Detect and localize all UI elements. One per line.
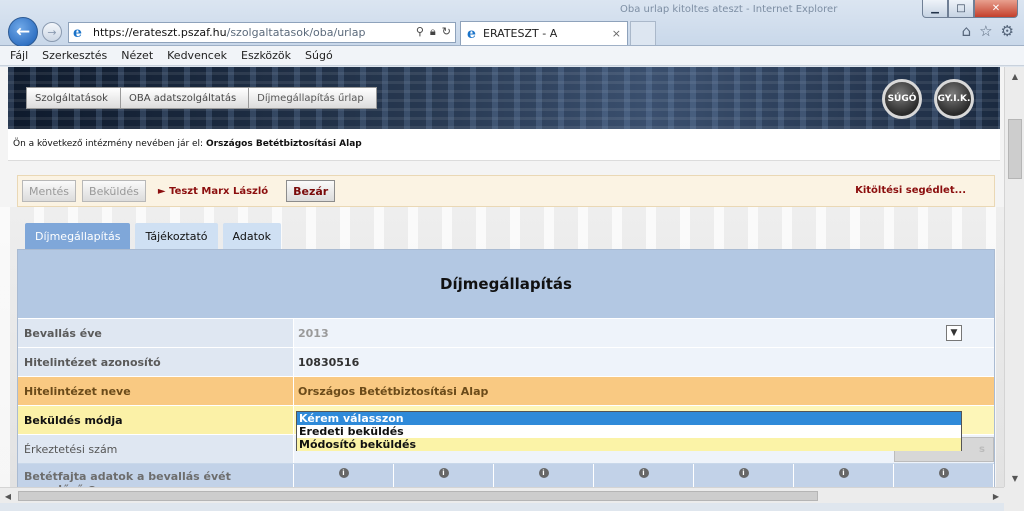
window-controls: ▁ □ ✕ <box>922 0 1018 18</box>
tab-title: ERATESZT - A <box>483 27 558 40</box>
url-path: /szolgaltatasok/oba/urlap <box>226 26 366 39</box>
breadcrumb-item-services[interactable]: Szolgáltatások <box>26 87 121 109</box>
url-host: https://erateszt.pszaf.hu <box>93 26 227 39</box>
breadcrumb-item-form: Díjmegállapítás űrlap <box>248 87 377 109</box>
dropdown-option-original[interactable]: Eredeti beküldés <box>297 425 961 438</box>
field-label-bank-name: Hitelintézet neve <box>18 377 294 405</box>
breadcrumb-item-oba[interactable]: OBA adatszolgáltatás <box>119 87 250 109</box>
acting-institution: Országos Betétbiztosítási Alap <box>205 139 362 149</box>
browser-chrome: Oba urlap kitoltes ateszt - Internet Exp… <box>0 0 1024 47</box>
menu-view[interactable]: Nézet <box>121 49 153 62</box>
scroll-right-icon[interactable]: ▶ <box>988 488 1004 504</box>
acting-institution-line: Ön a következő intézmény nevében jár el:… <box>8 129 1000 161</box>
acting-prefix: Ön a következő intézmény nevében jár el: <box>13 139 204 149</box>
gear-icon[interactable]: ⚙ <box>1001 22 1014 40</box>
form-toolbar: Mentés Beküldés ► Teszt Marx László Bezá… <box>17 175 995 207</box>
tab-information[interactable]: Tájékoztató <box>135 223 218 249</box>
back-arrow-icon[interactable]: ← <box>8 17 38 47</box>
info-icon[interactable]: i <box>838 468 849 478</box>
form-row-year: Bevallás éve 2013 ▼ <box>18 318 994 347</box>
info-icon[interactable]: i <box>938 468 949 478</box>
field-label-bank-id: Hitelintézet azonosító <box>18 348 294 376</box>
scrollbar-corner <box>1004 487 1024 511</box>
scroll-up-icon[interactable]: ▲ <box>1005 67 1024 85</box>
new-tab-button[interactable] <box>630 21 656 45</box>
close-window-button[interactable]: ✕ <box>974 0 1018 18</box>
tab-fee-calculation[interactable]: Díjmegállapítás <box>25 223 131 249</box>
scroll-down-icon[interactable]: ▼ <box>1005 469 1024 487</box>
search-icon[interactable]: ⚲ <box>416 25 424 39</box>
menu-tools[interactable]: Eszközök <box>241 49 291 62</box>
horizontal-scrollbar[interactable]: ◀ ▶ <box>0 487 1004 503</box>
star-icon[interactable]: ☆ <box>979 22 992 40</box>
vertical-scroll-thumb[interactable] <box>1008 119 1022 179</box>
submission-mode-dropdown-list[interactable]: Kérem válasszon Eredeti beküldés Módosít… <box>296 411 962 451</box>
address-bar[interactable]: e https://erateszt.pszaf.hu/szolgaltatas… <box>68 22 456 43</box>
tab-favicon-icon: e <box>467 25 476 42</box>
breadcrumb: Szolgáltatások OBA adatszolgáltatás Díjm… <box>26 87 377 109</box>
info-icon[interactable]: i <box>538 468 549 478</box>
ie-logo-icon: e <box>73 24 82 41</box>
save-button[interactable]: Mentés <box>22 180 77 202</box>
browser-right-icons: ⌂ ☆ ⚙ <box>962 22 1014 40</box>
maximize-button[interactable]: □ <box>948 0 974 18</box>
field-value-year[interactable]: 2013 ▼ <box>294 319 994 347</box>
dropdown-option-modifying[interactable]: Módosító beküldés <box>297 438 961 451</box>
home-icon[interactable]: ⌂ <box>962 22 972 40</box>
dropdown-option-choose[interactable]: Kérem válasszon <box>297 412 961 425</box>
field-value-bank-id: 10830516 <box>294 348 994 376</box>
help-button[interactable]: SÚGÓ <box>882 79 922 119</box>
form-row-bank-id: Hitelintézet azonosító 10830516 <box>18 347 994 376</box>
minimize-button[interactable]: ▁ <box>922 0 948 18</box>
tab-data[interactable]: Adatok <box>222 223 281 249</box>
form-panel: Díjmegállapítás Bevallás éve 2013 ▼ Hite… <box>17 249 995 498</box>
faq-button[interactable]: GY.I.K. <box>934 79 974 119</box>
window-bottom-edge <box>0 503 1004 511</box>
menu-favorites[interactable]: Kedvencek <box>167 49 227 62</box>
field-label-year: Bevallás éve <box>18 319 294 347</box>
info-icon[interactable]: i <box>738 468 749 478</box>
field-label-registration-number: Érkeztetési szám <box>18 435 294 463</box>
tab-close-icon[interactable]: × <box>612 27 621 40</box>
chevron-down-icon[interactable]: ▼ <box>946 325 962 341</box>
scroll-left-icon[interactable]: ◀ <box>0 488 16 504</box>
info-icon[interactable]: i <box>338 468 349 478</box>
address-icons: ⚲ 🔒︎ ↻ <box>416 25 451 39</box>
info-icon[interactable]: i <box>438 468 449 478</box>
menu-help[interactable]: Súgó <box>305 49 333 62</box>
lock-icon[interactable]: 🔒︎ <box>430 25 436 39</box>
refresh-icon[interactable]: ↻ <box>442 25 451 39</box>
menu-edit[interactable]: Szerkesztés <box>42 49 107 62</box>
form-title: Díjmegállapítás <box>18 250 994 318</box>
info-icon[interactable]: i <box>638 468 649 478</box>
form-tabs: Díjmegállapítás Tájékoztató Adatok <box>25 223 281 249</box>
address-url[interactable]: https://erateszt.pszaf.hu/szolgaltatasok… <box>93 26 365 39</box>
submit-button[interactable]: Beküldés <box>82 180 146 202</box>
vertical-scrollbar[interactable]: ▲ ▼ <box>1004 67 1024 487</box>
tester-user: ► Teszt Marx László <box>157 185 269 197</box>
menu-bar: Fájl Szerkesztés Nézet Kedvencek Eszközö… <box>0 46 1024 66</box>
field-value-bank-name: Országos Betétbiztosítási Alap <box>294 377 994 405</box>
window-title: Oba urlap kitoltes ateszt - Internet Exp… <box>620 4 838 15</box>
close-button[interactable]: Bezár <box>286 180 336 202</box>
browser-tab-active[interactable]: e ERATESZT - A × <box>460 21 628 45</box>
year-value: 2013 <box>298 326 329 340</box>
form-row-bank-name: Hitelintézet neve Országos Betétbiztosít… <box>18 376 994 405</box>
fill-guide-link[interactable]: Kitöltési segédlet... <box>855 185 966 196</box>
horizontal-scroll-thumb[interactable] <box>18 491 818 501</box>
header-banner: Szolgáltatások OBA adatszolgáltatás Díjm… <box>8 67 1000 129</box>
field-label-submission-mode: Beküldés módja <box>18 406 294 434</box>
forward-arrow-icon[interactable]: → <box>42 22 62 42</box>
menu-file[interactable]: Fájl <box>10 49 28 62</box>
